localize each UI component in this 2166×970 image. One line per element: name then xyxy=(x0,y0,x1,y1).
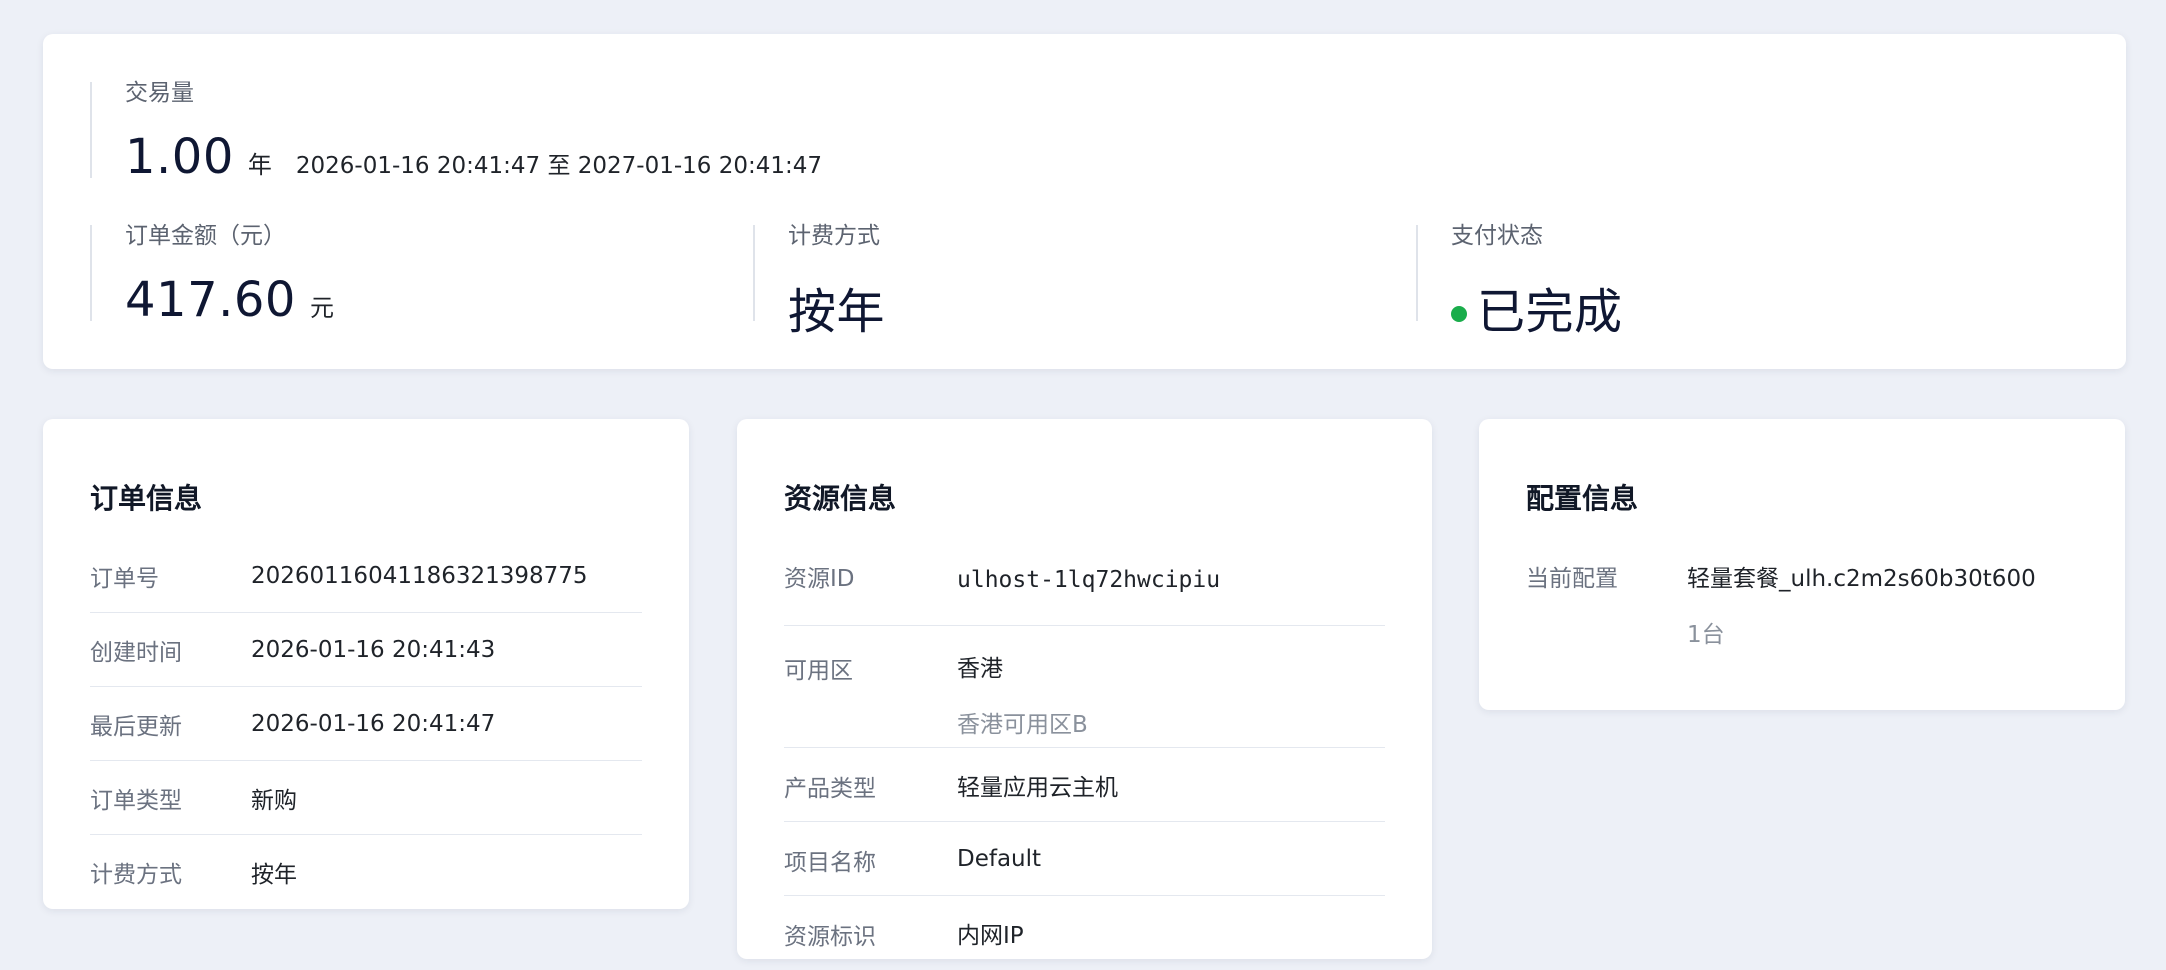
order-summary-card: 交易量 1.00 年 2026-01-16 20:41:47 至 2027-01… xyxy=(43,34,2126,369)
current-config-value: 轻量套餐_ulh.c2m2s60b30t600 xyxy=(1687,566,2036,592)
order-type-row: 订单类型 新购 xyxy=(90,761,642,835)
current-config-count: 1台 xyxy=(1687,622,1725,648)
billing-label: 计费方式 xyxy=(788,223,880,249)
zone-sub-value: 香港可用区B xyxy=(957,712,1088,738)
zone-row: 可用区 香港 香港可用区B xyxy=(784,626,1385,748)
current-config-value-group: 轻量套餐_ulh.c2m2s60b30t600 1台 xyxy=(1687,559,2036,649)
billing-method-key: 计费方式 xyxy=(90,862,182,888)
order-type-key: 订单类型 xyxy=(90,787,182,814)
zone-value-group: 香港 香港可用区B xyxy=(957,649,1088,739)
updated-time-row: 最后更新 2026-01-16 20:41:47 xyxy=(90,687,642,761)
amount-unit: 元 xyxy=(309,294,334,322)
current-config-row: 当前配置 轻量套餐_ulh.c2m2s60b30t600 1台 xyxy=(1526,539,2078,649)
payment-label: 支付状态 xyxy=(1451,223,1543,249)
resource-tag-row: 资源标识 内网IP xyxy=(784,896,1385,970)
status-dot-icon xyxy=(1451,306,1467,322)
updated-time-key: 最后更新 xyxy=(90,713,182,740)
billing-method-row: 计费方式 按年 xyxy=(90,835,642,909)
order-id-key: 订单号 xyxy=(90,565,159,592)
order-type-value: 新购 xyxy=(251,787,297,814)
payment-status: 已完成 xyxy=(1477,284,1623,340)
billing-stat: 计费方式 按年 xyxy=(753,223,1353,340)
created-time-key: 创建时间 xyxy=(90,639,182,666)
project-name-key: 项目名称 xyxy=(784,849,876,876)
config-info-card: 配置信息 当前配置 轻量套餐_ulh.c2m2s60b30t600 1台 xyxy=(1479,419,2125,710)
resource-id-row: 资源ID ulhost-1lq72hwcipiu xyxy=(784,539,1385,626)
resource-info-title: 资源信息 xyxy=(784,482,897,515)
billing-method-value: 按年 xyxy=(251,862,297,888)
order-info-card: 订单信息 订单号 2026011604118632139877​5 创建时间 2… xyxy=(43,419,689,909)
order-id-row: 订单号 2026011604118632139877​5 xyxy=(90,539,642,613)
project-name-value: Default xyxy=(957,845,1042,872)
config-info-list: 当前配置 轻量套餐_ulh.c2m2s60b30t600 1台 xyxy=(1526,539,2078,649)
zone-value: 香港 xyxy=(957,656,1003,682)
quantity-period: 2026-01-16 20:41:47 至 2027-01-16 20:41:4… xyxy=(295,153,823,179)
payment-stat: 支付状态 已完成 xyxy=(1416,223,2016,340)
quantity-unit: 年 xyxy=(247,151,272,179)
amount-value: 417.60 xyxy=(125,272,296,328)
billing-value: 按年 xyxy=(788,284,886,340)
config-info-title: 配置信息 xyxy=(1526,482,1639,515)
order-id-value: 2026011604118632139877​5 xyxy=(251,562,588,589)
zone-key: 可用区 xyxy=(784,658,853,684)
resource-id-key: 资源ID xyxy=(784,566,855,592)
amount-label: 订单金额（元） xyxy=(125,223,286,249)
amount-stat: 订单金额（元） 417.60 元 xyxy=(90,223,690,328)
resource-info-list: 资源ID ulhost-1lq72hwcipiu 可用区 香港 香港可用区B 产… xyxy=(784,539,1385,970)
quantity-value: 1.00 xyxy=(125,129,234,185)
resource-tag-value: 内网IP xyxy=(957,923,1024,949)
created-time-row: 创建时间 2026-01-16 20:41:43 xyxy=(90,613,642,687)
updated-time-value: 2026-01-16 20:41:47 xyxy=(251,710,496,737)
project-name-row: 项目名称 Default xyxy=(784,822,1385,896)
resource-info-card: 资源信息 资源ID ulhost-1lq72hwcipiu 可用区 香港 香港可… xyxy=(737,419,1432,959)
order-info-title: 订单信息 xyxy=(90,482,203,515)
product-type-key: 产品类型 xyxy=(784,775,876,802)
created-time-value: 2026-01-16 20:41:43 xyxy=(251,636,496,663)
resource-id-value[interactable]: ulhost-1lq72hwcipiu xyxy=(957,539,1220,593)
product-type-row: 产品类型 轻量应用云主机 xyxy=(784,748,1385,822)
quantity-label: 交易量 xyxy=(125,80,194,106)
current-config-key: 当前配置 xyxy=(1526,566,1618,592)
product-type-value: 轻量应用云主机 xyxy=(957,774,1118,801)
order-info-list: 订单号 2026011604118632139877​5 创建时间 2026-0… xyxy=(90,539,642,909)
quantity-stat: 交易量 1.00 年 2026-01-16 20:41:47 至 2027-01… xyxy=(90,80,990,185)
